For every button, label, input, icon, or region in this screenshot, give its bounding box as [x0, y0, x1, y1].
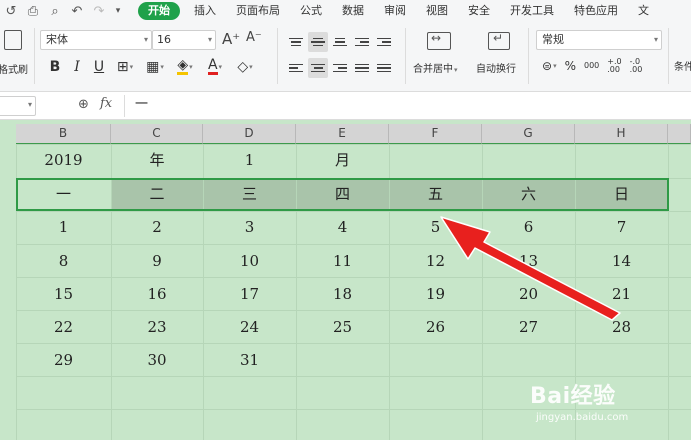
divider — [34, 28, 35, 84]
ribbon: 格式刷 宋体 ▾ 16 ▾ A⁺ A⁻ B I U ⊞ ▾ ▦ ▾ ◈ ▾ A ▾ ◇ ▾… — [0, 22, 691, 92]
font-color-button[interactable]: A ▾ — [200, 56, 230, 78]
format-painter-button[interactable]: 格式刷 — [0, 28, 30, 84]
merge-cells-icon — [427, 31, 451, 50]
chevron-down-icon: ▾ — [129, 63, 134, 71]
chevron-down-icon: ▾ — [143, 35, 148, 44]
name-box[interactable]: ▾ — [0, 96, 36, 116]
currency-icon: ⊜ — [542, 59, 553, 73]
print-preview-icon[interactable]: ⌕ — [44, 0, 66, 22]
chevron-down-icon: ▾ — [218, 63, 223, 71]
wrap-text-button[interactable]: 自动换行 — [476, 28, 524, 84]
bold-button[interactable]: B — [44, 56, 66, 78]
decrease-indent-icon[interactable] — [352, 32, 372, 52]
decrease-decimal-button[interactable]: -.0 .00 — [626, 54, 647, 78]
thousands-separator-button[interactable]: 000 — [580, 54, 603, 78]
wrap-text-label: 自动换行 — [476, 64, 516, 75]
customize-dropdown-icon[interactable]: ▾ — [110, 0, 126, 22]
chevron-down-icon: ▾ — [160, 63, 164, 71]
tab-review[interactable]: 审阅 — [374, 0, 416, 22]
font-color-icon: A — [207, 57, 218, 75]
font-size-select[interactable]: 16 ▾ — [152, 30, 216, 50]
insert-function-button[interactable]: fx — [100, 96, 112, 111]
underline-button[interactable]: U — [88, 56, 110, 78]
tab-view[interactable]: 视图 — [416, 0, 458, 22]
number-format-value: 常规 — [542, 33, 564, 46]
formula-input[interactable]: 一 — [124, 95, 691, 117]
conditional-format-label: 条件 — [674, 62, 691, 73]
tab-page-layout[interactable]: 页面布局 — [226, 0, 290, 22]
watermark: Bai经验 jingyan.baidu.com — [530, 378, 690, 436]
tab-security[interactable]: 安全 — [458, 0, 500, 22]
align-top-icon[interactable] — [286, 32, 306, 52]
alignment-group — [286, 30, 398, 80]
tab-formulas[interactable]: 公式 — [290, 0, 332, 22]
zoom-icon[interactable]: ⊕ — [78, 97, 89, 112]
align-bottom-icon[interactable] — [330, 32, 350, 52]
formula-bar: ▾ ⊕ fx 一 — [0, 92, 691, 120]
decrease-font-size-button[interactable]: A⁻ — [246, 30, 262, 45]
number-format-select[interactable]: 常规 ▾ — [536, 30, 662, 50]
chevron-down-icon: ▾ — [249, 63, 253, 71]
justify-icon[interactable] — [352, 58, 372, 78]
chevron-down-icon: ▾ — [207, 35, 212, 44]
merge-center-button[interactable]: 合并居中▾ — [413, 28, 467, 84]
divider — [277, 28, 278, 84]
clear-button[interactable]: ◇ ▾ — [230, 56, 260, 78]
menu-tabs: 开始 插入 页面布局 公式 数据 审阅 视图 安全 开发工具 特色应用 文 — [134, 0, 659, 22]
eraser-icon: ◇ — [237, 59, 249, 75]
cell-style-button[interactable]: ▦ ▾ — [140, 56, 170, 78]
red-arrow-icon — [440, 216, 621, 321]
menu-bar: ↺ ⎙ ⌕ ↶ ↷ ▾ 开始 插入 页面布局 公式 数据 审阅 视图 安全 开发… — [0, 0, 691, 22]
tab-home[interactable]: 开始 — [138, 2, 180, 20]
divider — [405, 28, 406, 84]
tab-special[interactable]: 特色应用 — [564, 0, 628, 22]
fill-color-button[interactable]: ◈ ▾ — [170, 56, 200, 78]
increase-font-size-button[interactable]: A⁺ — [222, 30, 240, 48]
divider — [668, 28, 669, 84]
increase-indent-icon[interactable] — [374, 32, 394, 52]
chevron-down-icon: ▾ — [27, 100, 32, 109]
align-center-icon[interactable] — [308, 58, 328, 78]
worksheet: BCDEFGH 2019 年 1 月一二三四五六日 1 2 3 4 5 6 7 8 9 10 11 12 13 1… — [0, 120, 691, 440]
borders-button[interactable]: ⊞ ▾ — [110, 56, 140, 78]
font-name-value: 宋体 — [46, 33, 68, 46]
tab-data[interactable]: 数据 — [332, 0, 374, 22]
align-right-icon[interactable] — [330, 58, 350, 78]
format-painter-icon — [4, 30, 22, 50]
quick-access-toolbar: ↺ ⎙ ⌕ ↶ ↷ ▾ — [0, 0, 126, 22]
cell-style-icon: ▦ — [146, 59, 160, 75]
divider — [528, 28, 529, 84]
tab-insert[interactable]: 插入 — [184, 0, 226, 22]
font-size-value: 16 — [157, 33, 171, 46]
number-format-row: ⊜ ▾ % 000 +.0 .00 -.0 .00 — [538, 54, 646, 78]
undo-icon[interactable]: ↶ — [66, 0, 88, 22]
baidu-jingyan-logo: Bai经验 — [530, 384, 616, 409]
tab-developer[interactable]: 开发工具 — [500, 0, 564, 22]
italic-button[interactable]: I — [66, 56, 88, 78]
font-name-select[interactable]: 宋体 ▾ — [40, 30, 152, 50]
fill-bucket-icon: ◈ — [177, 57, 189, 75]
align-left-icon[interactable] — [286, 58, 306, 78]
format-painter-label: 格式刷 — [0, 65, 28, 76]
distributed-icon[interactable] — [374, 58, 394, 78]
wrap-text-icon — [488, 31, 510, 50]
percent-button[interactable]: % — [561, 54, 580, 78]
borders-icon: ⊞ — [116, 59, 129, 75]
chevron-down-icon: ▾ — [454, 66, 458, 74]
tab-more[interactable]: 文 — [628, 0, 659, 22]
redo-icon[interactable]: ↷ — [88, 0, 110, 22]
chevron-down-icon: ▾ — [553, 62, 557, 70]
align-middle-icon[interactable] — [308, 32, 328, 52]
increase-decimal-button[interactable]: +.0 .00 — [603, 54, 625, 78]
chevron-down-icon: ▾ — [653, 35, 658, 44]
font-format-row: B I U ⊞ ▾ ▦ ▾ ◈ ▾ A ▾ ◇ ▾ — [44, 56, 260, 78]
chevron-down-icon: ▾ — [189, 63, 193, 71]
merge-center-label: 合并居中 — [413, 64, 453, 75]
watermark-url: jingyan.baidu.com — [536, 412, 629, 423]
currency-button[interactable]: ⊜ ▾ — [538, 54, 561, 78]
print-icon[interactable]: ⎙ — [22, 0, 44, 22]
revert-icon[interactable]: ↺ — [0, 0, 22, 22]
